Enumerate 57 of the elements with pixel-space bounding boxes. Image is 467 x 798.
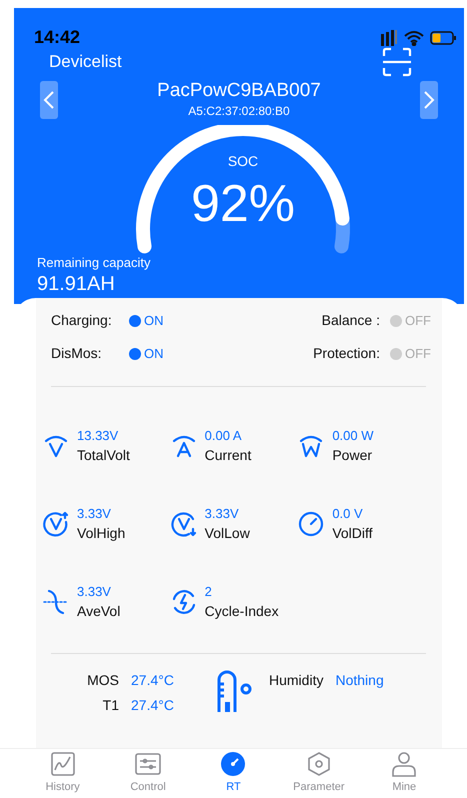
battery-icon xyxy=(430,30,456,44)
gauge-icon xyxy=(220,751,246,778)
soc-label: SOC xyxy=(228,152,258,171)
status-label: DisMos: xyxy=(51,344,103,363)
tab[interactable]: RT xyxy=(198,751,268,796)
tab[interactable]: Mine xyxy=(369,751,440,796)
metric-label: Power xyxy=(332,446,374,465)
wifi-icon xyxy=(404,30,424,46)
sliders-icon xyxy=(135,751,162,778)
humidity-value: Nothing xyxy=(335,671,384,690)
status-value: ON xyxy=(144,312,164,330)
metric-label: VolDiff xyxy=(332,524,373,543)
status-value: OFF xyxy=(405,312,431,330)
chart-icon xyxy=(50,751,76,778)
metric-label: VolLow xyxy=(204,524,250,543)
tab[interactable]: History xyxy=(28,751,98,796)
metric-label: Cycle-Index xyxy=(204,602,279,621)
scan-icon[interactable] xyxy=(382,47,412,77)
tab[interactable]: Parameter xyxy=(284,751,354,796)
remaining-capacity-label: Remaining capacity xyxy=(37,255,152,271)
metric-value: 13.33V xyxy=(77,427,120,445)
previous-button[interactable] xyxy=(40,81,58,119)
signal-icon xyxy=(380,30,398,46)
metric-label: Current xyxy=(204,446,252,465)
temperature-label: T1 xyxy=(102,696,119,715)
status-label: Charging: xyxy=(51,311,113,330)
metric-value: 0.00 W xyxy=(332,427,374,445)
device-address: A5:C2:37:02:80:B0 xyxy=(188,103,290,119)
person-icon xyxy=(391,751,418,778)
temperature-value: 27.4°C xyxy=(131,696,175,715)
next-button[interactable] xyxy=(420,81,438,119)
chevron-left-icon xyxy=(43,90,55,110)
hexagon-icon xyxy=(306,751,332,778)
status-value: OFF xyxy=(405,344,431,363)
temperature-value: 27.4°C xyxy=(131,671,175,690)
metric-value: 3.33V xyxy=(77,583,112,601)
temperature-label: MOS xyxy=(87,671,119,690)
status-label: Protection: xyxy=(313,344,380,363)
metric-value: 0.0 V xyxy=(332,505,364,523)
chevron-right-icon xyxy=(423,90,435,110)
metric-label: TotalVolt xyxy=(77,446,130,465)
metric-value: 3.33V xyxy=(204,505,240,523)
device-name: PacPowC9BAB007 xyxy=(157,79,321,103)
status-label: Balance : xyxy=(322,311,380,330)
volt-up-icon xyxy=(41,509,71,539)
tab[interactable]: Control xyxy=(113,751,184,796)
clock: 14:42 xyxy=(34,26,80,49)
soc-reading: 92% xyxy=(190,176,296,232)
metric-value: 2 xyxy=(204,583,213,601)
metric-value: 0.00 A xyxy=(204,427,243,445)
metric-label: AveVol xyxy=(77,602,120,621)
metric-value: 3.33V xyxy=(77,505,112,523)
status-value: ON xyxy=(144,344,164,363)
humidity-label: Humidity xyxy=(269,671,324,690)
devicelist-link[interactable]: Devicelist xyxy=(49,49,122,75)
metric-label: VolHigh xyxy=(77,524,126,543)
remaining-capacity-value: 91.91AH xyxy=(37,272,116,297)
